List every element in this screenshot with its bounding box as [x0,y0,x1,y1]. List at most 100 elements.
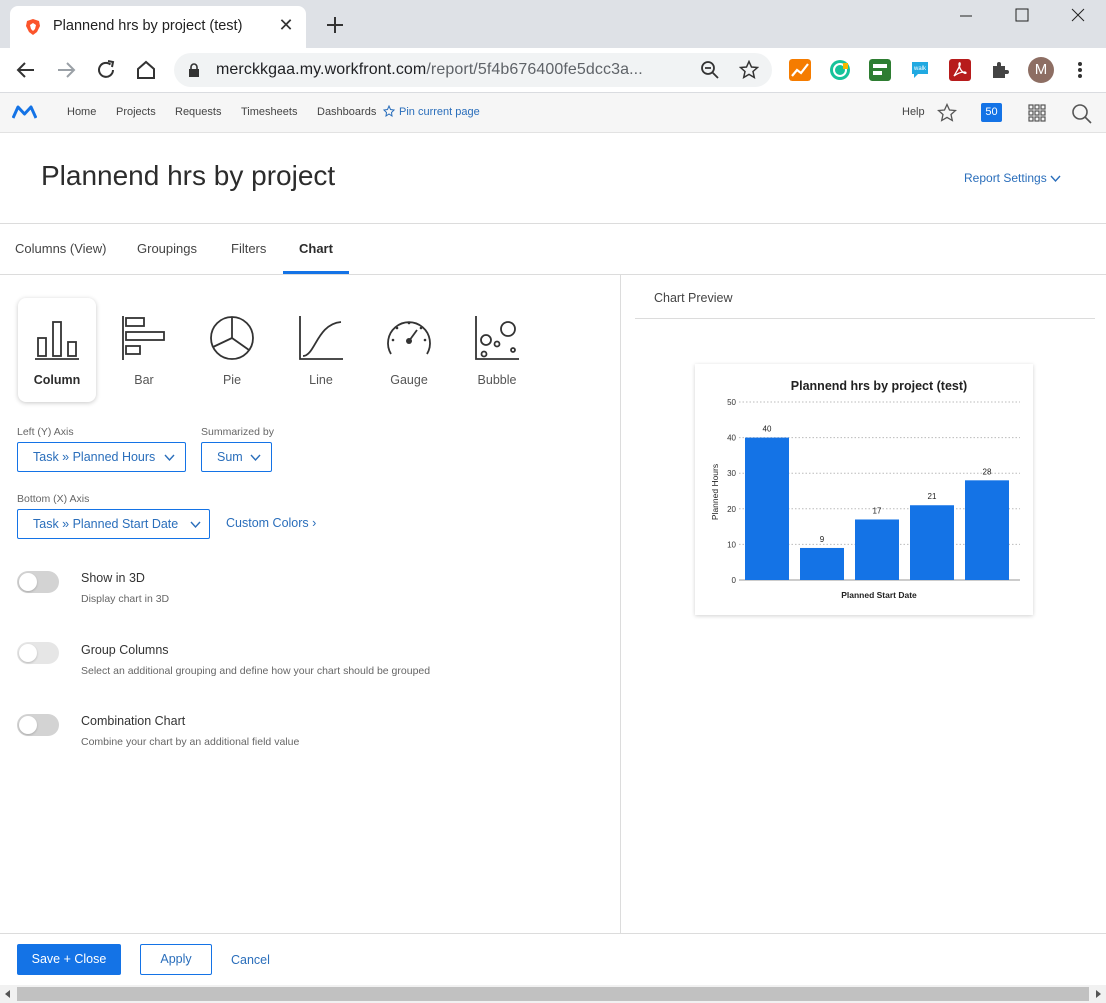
chart-type-label: Bar [134,373,154,387]
reload-icon[interactable] [94,58,118,82]
nav-dashboards[interactable]: Dashboards [317,106,376,118]
preview-divider [635,318,1095,319]
combination-chart-toggle[interactable] [17,714,59,736]
forward-icon[interactable] [54,58,78,82]
home-icon[interactable] [134,58,158,82]
search-icon[interactable] [1071,103,1093,125]
browser-toolbar: merckkgaa.my.workfront.com/report/5f4b67… [0,48,1106,93]
apps-grid-icon[interactable] [1028,104,1046,122]
close-window-button[interactable] [1050,0,1106,30]
chevron-down-icon [250,454,261,462]
extensions-puzzle-icon[interactable] [989,59,1011,81]
browser-tab[interactable]: Plannend hrs by project (test) ✕ [10,6,306,48]
extension-chart-icon[interactable] [789,59,811,81]
chart-type-pie[interactable]: Pie [193,298,271,402]
save-close-button[interactable]: Save + Close [17,944,121,975]
new-tab-icon[interactable] [323,13,347,37]
chart-bar[interactable] [745,437,789,580]
custom-colors-link[interactable]: Custom Colors › [226,516,316,530]
chart-y-tick-label: 40 [727,434,736,443]
extension-grammar-icon[interactable] [829,59,851,81]
active-tab-indicator [283,271,349,274]
chart-type-label: Pie [222,373,242,387]
nav-timesheets[interactable]: Timesheets [241,106,297,118]
pane-divider [620,275,621,933]
browser-menu-icon[interactable] [1072,60,1088,80]
workfront-logo-icon[interactable] [12,105,37,119]
chart-type-column[interactable]: Column [18,298,96,402]
back-icon[interactable] [14,58,38,82]
help-link[interactable]: Help [902,106,925,118]
chart-y-tick-label: 20 [727,505,736,514]
apply-button[interactable]: Apply [140,944,212,975]
x-axis-value: Task » Planned Start Date [33,517,179,531]
nav-requests[interactable]: Requests [175,106,221,118]
minimize-window-button[interactable] [938,0,994,30]
scroll-left-icon[interactable] [3,989,13,999]
tab-filters[interactable]: Filters [231,241,266,256]
chart-bar[interactable] [910,505,954,580]
nav-home[interactable]: Home [67,106,96,118]
url-path: /report/5f4b676400fe5dcc3a... [426,61,643,78]
chart-preview-label: Chart Preview [654,291,733,305]
summarized-by-label: Summarized by [201,426,274,438]
chart-type-label: Line [309,373,333,387]
scrollbar-thumb[interactable] [17,987,1089,1001]
chart-y-tick-label: 0 [732,576,737,585]
pin-current-page-link[interactable]: Pin current page [382,104,480,118]
browser-tabstrip: Plannend hrs by project (test) ✕ [0,0,1106,48]
favorites-star-icon[interactable] [937,103,957,123]
bubble-chart-icon [475,316,519,360]
svg-text:walk: walk [913,66,927,72]
chart-bar[interactable] [855,519,899,580]
toggle-knob [19,644,37,662]
horizontal-scrollbar[interactable] [0,985,1106,1003]
chart-type-line[interactable]: Line [282,298,360,402]
gauge-chart-icon [387,321,431,355]
chart-type-gauge[interactable]: Gauge [370,298,448,402]
y-axis-dropdown[interactable]: Task » Planned Hours [17,442,186,472]
chart-data-label: 40 [763,425,772,434]
address-bar[interactable]: merckkgaa.my.workfront.com/report/5f4b67… [174,53,772,87]
chart-data-label: 9 [820,535,825,544]
chart-y-tick-label: 30 [727,469,736,478]
close-tab-icon[interactable]: ✕ [276,15,296,35]
bookmark-star-icon[interactable] [739,60,759,80]
notifications-badge[interactable]: 50 [981,103,1002,122]
chart-type-bar[interactable]: Bar [105,298,183,402]
summarized-by-dropdown[interactable]: Sum [201,442,272,472]
group-columns-title: Group Columns [81,643,169,657]
maximize-window-button[interactable] [994,0,1050,30]
tab-groupings[interactable]: Groupings [137,241,197,256]
line-chart-icon [299,316,343,360]
show-3d-toggle[interactable] [17,571,59,593]
chevron-down-icon [1050,175,1061,183]
show-3d-description: Display chart in 3D [81,593,170,605]
page-title: Plannend hrs by project [41,160,336,191]
nav-projects[interactable]: Projects [116,106,156,118]
profile-avatar[interactable]: M [1028,57,1054,83]
chart-bar[interactable] [965,480,1009,580]
chart-y-axis-label: Planned Hours [710,464,720,520]
cancel-button[interactable]: Cancel [231,953,270,967]
scroll-right-icon[interactable] [1093,989,1103,999]
chart-type-bubble[interactable]: Bubble [458,298,536,402]
lock-icon [189,63,199,77]
y-axis-label: Left (Y) Axis [17,426,74,438]
extension-pdf-icon[interactable] [949,59,971,81]
chart-bar[interactable] [800,547,844,580]
chart-preview-card: Plannend hrs by project (test) 0 10 20 30 40… [695,364,1033,615]
chart-title: Plannend hrs by project (test) [791,379,967,393]
x-axis-dropdown[interactable]: Task » Planned Start Date [17,509,210,539]
group-columns-toggle[interactable] [17,642,59,664]
tab-title: Plannend hrs by project (test) [53,18,243,34]
report-settings-button[interactable]: Report Settings [964,171,1061,185]
extension-walkme-icon[interactable]: walk [909,59,931,81]
chart-preview-svg: Plannend hrs by project (test) 0 10 20 30 40… [710,379,1020,600]
tab-columns-view[interactable]: Columns (View) [15,241,107,256]
chart-type-label: Column [33,373,81,387]
tab-chart[interactable]: Chart [299,241,333,256]
group-columns-description: Select an additional grouping and define… [81,665,431,677]
extension-board-icon[interactable] [869,59,891,81]
zoom-icon[interactable] [700,60,720,80]
